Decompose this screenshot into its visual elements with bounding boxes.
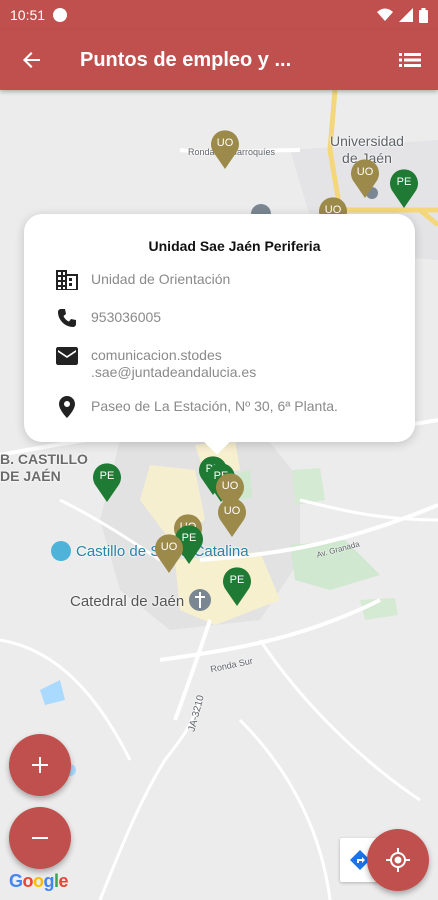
map-marker[interactable]: UO [217,497,247,537]
google-logo-o1: o [22,871,34,891]
map-marker[interactable]: UO [350,158,380,198]
google-logo-G: G [9,871,23,891]
status-icons [377,7,428,23]
map-label-castillo-area: B. CASTILLO DE JAÉN [0,451,88,485]
map-marker[interactable]: PE [222,566,252,606]
my-location-icon [386,848,410,872]
back-button[interactable] [0,30,64,90]
google-logo-o2: o [33,871,44,891]
status-time: 10:51 [10,7,46,23]
map-marker[interactable]: UO [154,533,184,573]
battery-icon [419,7,428,23]
info-email-line1: comunicacion.stodes [91,347,222,363]
map-label-catedral[interactable]: Catedral de Jaén [70,593,184,610]
plus-icon [32,757,48,773]
phone-icon [54,306,80,330]
page-title: Puntos de empleo y ... [80,48,292,71]
wifi-icon [377,8,393,21]
map-label-castillo-area-line2: DE JAÉN [0,468,61,484]
minus-icon [32,837,48,839]
map-marker[interactable]: PE [389,168,419,208]
arrow-back-icon [23,52,40,68]
app-notification-icon [53,8,68,22]
marker-label: PE [99,470,115,482]
info-email[interactable]: comunicacion.stodes .sae@juntadeandaluci… [91,344,256,381]
zoom-out-button[interactable] [9,807,71,869]
building-icon [54,268,80,292]
info-address-row: Paseo de La Estación, Nº 30, 6ª Planta. [54,395,395,419]
signal-icon [399,8,413,22]
info-title: Unidad Sae Jaén Periferia [148,238,321,254]
info-phone[interactable]: 953036005 [91,306,161,326]
google-logo: Google [9,871,69,892]
status-bar: 10:51 [0,0,438,30]
info-address: Paseo de La Estación, Nº 30, 6ª Planta. [91,398,338,414]
my-location-button[interactable] [367,829,429,891]
map-label-castillo-area-line1: B. CASTILLO [0,451,88,467]
map-marker[interactable]: PE [92,462,122,502]
info-email-line2: .sae@juntadeandalucia.es [91,364,257,380]
map-marker[interactable]: UO [210,129,240,169]
info-type-row: Unidad de Orientación [54,268,395,292]
info-type: Unidad de Orientación [91,271,231,287]
marker-label: PE [396,176,412,188]
app-bar: Puntos de empleo y ... [0,30,438,90]
marker-label: UO [356,166,374,178]
info-phone-row[interactable]: 953036005 [54,306,395,330]
info-email-row[interactable]: comunicacion.stodes .sae@juntadeandaluci… [54,344,395,381]
list-view-button[interactable] [382,30,438,90]
google-logo-e: e [58,871,69,891]
list-icon [399,53,421,67]
info-window[interactable]: Unidad Sae Jaén Periferia Unidad de Orie… [24,214,415,455]
location-pin-icon [54,395,80,419]
marker-label: PE [229,574,245,586]
marker-label: UO [216,137,234,149]
marker-label: UO [160,541,178,553]
marker-label: UO [221,480,239,492]
zoom-in-button[interactable] [9,734,71,796]
google-logo-g: g [43,871,55,891]
email-icon [54,344,80,368]
map-label-universidad-line1: Universidad [330,133,404,149]
marker-label: UO [223,505,241,517]
